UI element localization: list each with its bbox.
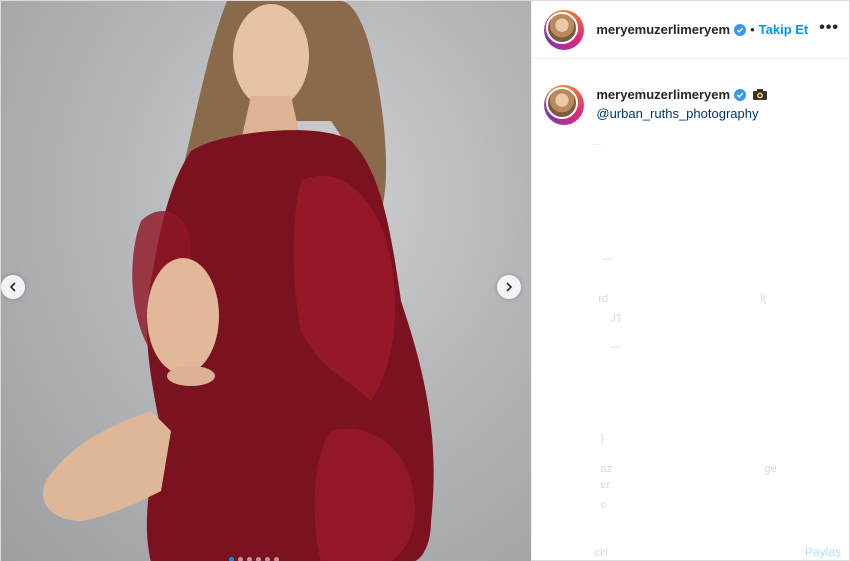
- faded-text: }: [600, 433, 605, 445]
- post-sidebar: meryemuzerlimeryem • Takip Et ••• meryem…: [531, 1, 849, 560]
- carousel-dot: [229, 557, 234, 561]
- camera-emoji-icon: [752, 88, 768, 101]
- carousel-dot: [265, 557, 270, 561]
- previous-slide-button[interactable]: [1, 275, 25, 299]
- faded-text: c: [600, 499, 606, 511]
- carousel-dot: [274, 557, 279, 561]
- faded-text: ckl: [594, 547, 608, 559]
- faded-text: —: [610, 341, 622, 353]
- profile-photo: [546, 11, 579, 44]
- carousel-dot: [238, 557, 243, 561]
- faded-text: —: [602, 253, 614, 265]
- avatar[interactable]: [544, 9, 585, 50]
- faded-text: er: [600, 479, 611, 491]
- caption-username[interactable]: meryemuzerlimeryem: [596, 87, 730, 102]
- caption-block: meryemuzerlimeryem @urban_ruths_photogra…: [544, 85, 768, 125]
- profile-photo: [546, 87, 579, 119]
- post-media[interactable]: [1, 1, 532, 561]
- faded-text: az: [600, 463, 612, 475]
- carousel-dot: [247, 557, 252, 561]
- verified-badge-icon: [734, 88, 747, 101]
- header-username[interactable]: meryemuzerlimeryem: [596, 22, 730, 37]
- faded-text: l(: [760, 293, 767, 305]
- avatar[interactable]: [544, 85, 585, 125]
- next-slide-button[interactable]: [497, 275, 521, 299]
- faded-text: ...: [592, 136, 602, 148]
- carousel-dot: [256, 557, 261, 561]
- post-modal: meryemuzerlimeryem • Takip Et ••• meryem…: [0, 0, 850, 561]
- carousel-indicator: [229, 557, 279, 561]
- post-header: meryemuzerlimeryem • Takip Et •••: [532, 1, 849, 59]
- follow-button[interactable]: Takip Et: [759, 22, 809, 37]
- faded-text: rd: [598, 293, 609, 305]
- faded-text: ge: [764, 463, 777, 475]
- faded-text: JT: [610, 313, 623, 325]
- verified-badge-icon: [734, 23, 747, 36]
- post-photo: [42, 1, 434, 561]
- photographer-mention-link[interactable]: @urban_ruths_photography: [596, 106, 768, 121]
- share-button[interactable]: Paylaş: [805, 545, 841, 559]
- chevron-left-icon: [9, 282, 16, 292]
- header-separator: •: [750, 22, 755, 37]
- more-options-button[interactable]: •••: [819, 19, 839, 37]
- chevron-right-icon: [506, 282, 513, 292]
